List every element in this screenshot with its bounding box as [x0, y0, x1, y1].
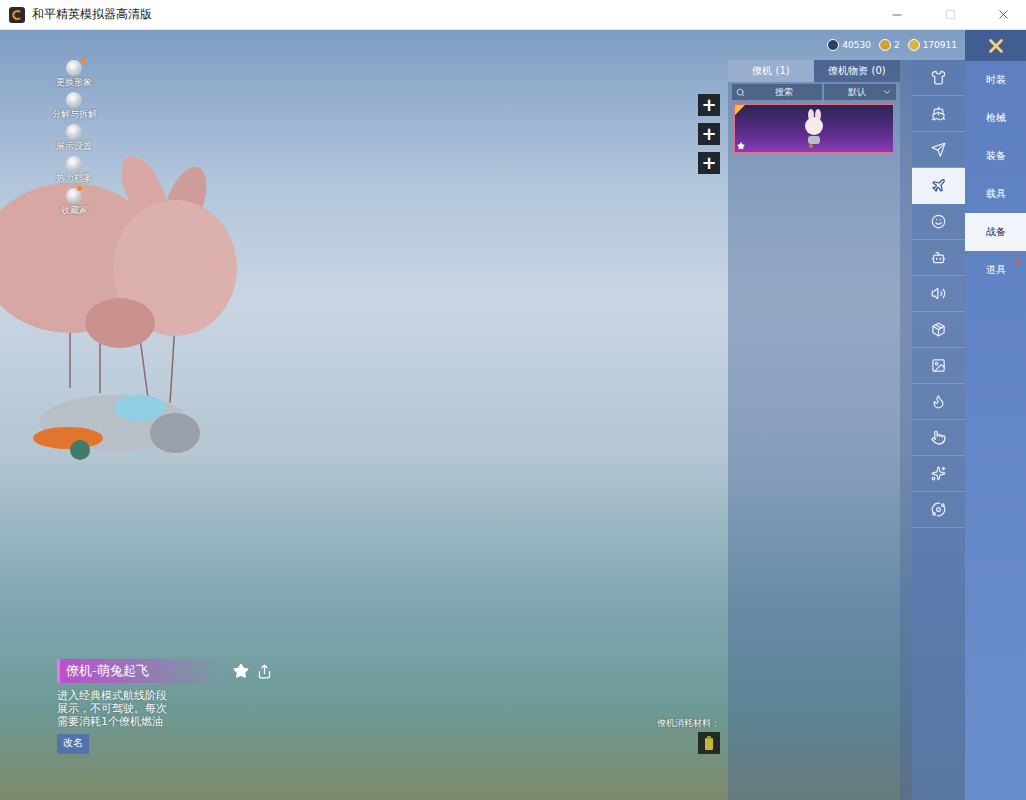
- wingman-description: 进入经典模式航线阶段展示，不可驾驶。每次需要消耗1个僚机燃油: [57, 689, 171, 728]
- add-slots: + + +: [698, 30, 728, 659]
- side-menu: 更换形象分解与拆解展示设置热力档案收藏家: [48, 30, 100, 659]
- side-menu-item[interactable]: 收藏家: [61, 188, 88, 217]
- rail-item[interactable]: [912, 456, 965, 492]
- tab[interactable]: 僚机 (1): [728, 60, 814, 82]
- title-bar: 和平精英模拟器高清版: [0, 0, 1026, 30]
- materials: 僚机消耗材料：: [657, 717, 720, 754]
- currency: 40530: [827, 39, 871, 51]
- rail-category-icon: [931, 214, 946, 229]
- maximize-button[interactable]: [927, 0, 973, 30]
- item-card[interactable]: [734, 104, 894, 153]
- rail-item[interactable]: [912, 168, 965, 204]
- category-item[interactable]: 战备: [965, 213, 1026, 251]
- currency: 170911: [908, 39, 957, 51]
- rail-category-icon: [931, 178, 946, 193]
- coin-icon: [827, 39, 839, 51]
- category-item[interactable]: 道具: [965, 251, 1026, 289]
- coin-icon: [908, 39, 920, 51]
- category-item[interactable]: 载具: [965, 175, 1026, 213]
- rail-item[interactable]: [912, 492, 965, 528]
- search-icon: [736, 88, 745, 97]
- fuel-icon: [702, 735, 716, 751]
- scene-lower: 僚机-萌兔起飞进入经典模式航线阶段展示，不可驾驶。每次需要消耗1个僚机燃油改名僚…: [0, 659, 728, 800]
- minimize-icon: [890, 8, 904, 22]
- scene-area: 更换形象分解与拆解展示设置热力档案收藏家 + + + 僚机-萌兔起飞进入经典模式航线阶段…: [0, 30, 728, 800]
- sort-dropdown[interactable]: 默认: [824, 84, 896, 100]
- rail-item[interactable]: [912, 276, 965, 312]
- rail-category-icon: [931, 70, 946, 85]
- rail-category-icon: [931, 250, 946, 265]
- rail-category-icon: [931, 358, 946, 373]
- menu-item-icon: [66, 124, 82, 140]
- icon-rail: [900, 60, 965, 800]
- game-screen: 更换形象分解与拆解展示设置热力档案收藏家 + + + 僚机-萌兔起飞进入经典模式航线阶段…: [0, 30, 1026, 800]
- rabbit-plane-icon: [799, 109, 829, 149]
- coin-icon: [879, 39, 891, 51]
- favorite-icon: [737, 142, 745, 150]
- selected-corner: [735, 105, 745, 115]
- add-button[interactable]: +: [698, 152, 720, 174]
- rail-item[interactable]: [912, 420, 965, 456]
- rail-category-icon: [931, 142, 946, 157]
- window-title: 和平精英模拟器高清版: [32, 6, 867, 23]
- add-button[interactable]: +: [698, 123, 720, 145]
- category-item[interactable]: 枪械: [965, 99, 1026, 137]
- rail-item[interactable]: [912, 384, 965, 420]
- currency-bar: 40530 2 170911: [728, 30, 965, 60]
- chevron-down-icon: [882, 87, 892, 97]
- rail-category-icon: [931, 322, 946, 337]
- side-menu-item[interactable]: 展示设置: [56, 124, 92, 153]
- rail-item[interactable]: [912, 132, 965, 168]
- menu-item-icon: [66, 60, 82, 76]
- notification-badge: [81, 58, 86, 63]
- wingman-name: 僚机-萌兔起飞: [57, 659, 225, 683]
- rename-button[interactable]: 改名: [57, 734, 89, 754]
- maximize-icon: [945, 9, 956, 20]
- side-menu-item[interactable]: 更换形象: [56, 60, 92, 89]
- currency: 2: [879, 39, 900, 51]
- add-button[interactable]: +: [698, 94, 720, 116]
- inventory-area: 40530 2 170911 僚机 (1)僚机物资 (0) 搜索默认: [728, 30, 965, 800]
- menu-item-icon: [66, 156, 82, 172]
- side-menu-item[interactable]: 分解与拆解: [52, 92, 97, 121]
- close-icon: [996, 7, 1011, 22]
- notification-badge: [77, 186, 82, 191]
- category-item[interactable]: 时装: [965, 61, 1026, 99]
- rail-category-icon: [931, 502, 946, 517]
- tab[interactable]: 僚机物资 (0): [814, 60, 900, 82]
- close-icon: [985, 35, 1007, 57]
- rail-item[interactable]: [912, 240, 965, 276]
- material-slot[interactable]: [698, 732, 720, 754]
- rail-item[interactable]: [912, 60, 965, 96]
- rail-category-icon: [931, 286, 946, 301]
- minimize-button[interactable]: [874, 0, 920, 30]
- notification-badge: [1015, 259, 1020, 264]
- wingman-info: 僚机-萌兔起飞进入经典模式航线阶段展示，不可驾驶。每次需要消耗1个僚机燃油改名: [57, 659, 272, 754]
- favorite-star-icon[interactable]: [233, 663, 249, 679]
- search-field[interactable]: 搜索: [732, 84, 822, 100]
- category-item[interactable]: 装备: [965, 137, 1026, 175]
- rail-category-icon: [931, 106, 946, 121]
- item-panel: 僚机 (1)僚机物资 (0) 搜索默认: [728, 60, 900, 800]
- rail-item[interactable]: [912, 204, 965, 240]
- side-menu-item[interactable]: 热力档案: [56, 156, 92, 185]
- close-window-button[interactable]: [980, 0, 1026, 30]
- category-column: 时装枪械装备载具战备道具: [965, 30, 1026, 800]
- tabs: 僚机 (1)僚机物资 (0): [728, 60, 900, 82]
- rail-category-icon: [931, 466, 946, 481]
- rail-category-icon: [931, 430, 946, 445]
- rail-item[interactable]: [912, 96, 965, 132]
- close-game-button[interactable]: [965, 30, 1026, 61]
- app-window: 和平精英模拟器高清版更换形象分解与拆解展示设置热力档案收藏家 + + + 僚机-萌兔起飞…: [0, 0, 1026, 800]
- rabbit-balloon-icon: [0, 138, 245, 483]
- scene-upper: 更换形象分解与拆解展示设置热力档案收藏家 + + +: [0, 30, 728, 659]
- rail-item[interactable]: [912, 312, 965, 348]
- menu-item-icon: [66, 92, 82, 108]
- share-icon[interactable]: [257, 664, 272, 679]
- rail-item[interactable]: [912, 348, 965, 384]
- rail-category-icon: [931, 394, 946, 409]
- app-logo-icon: [9, 7, 25, 23]
